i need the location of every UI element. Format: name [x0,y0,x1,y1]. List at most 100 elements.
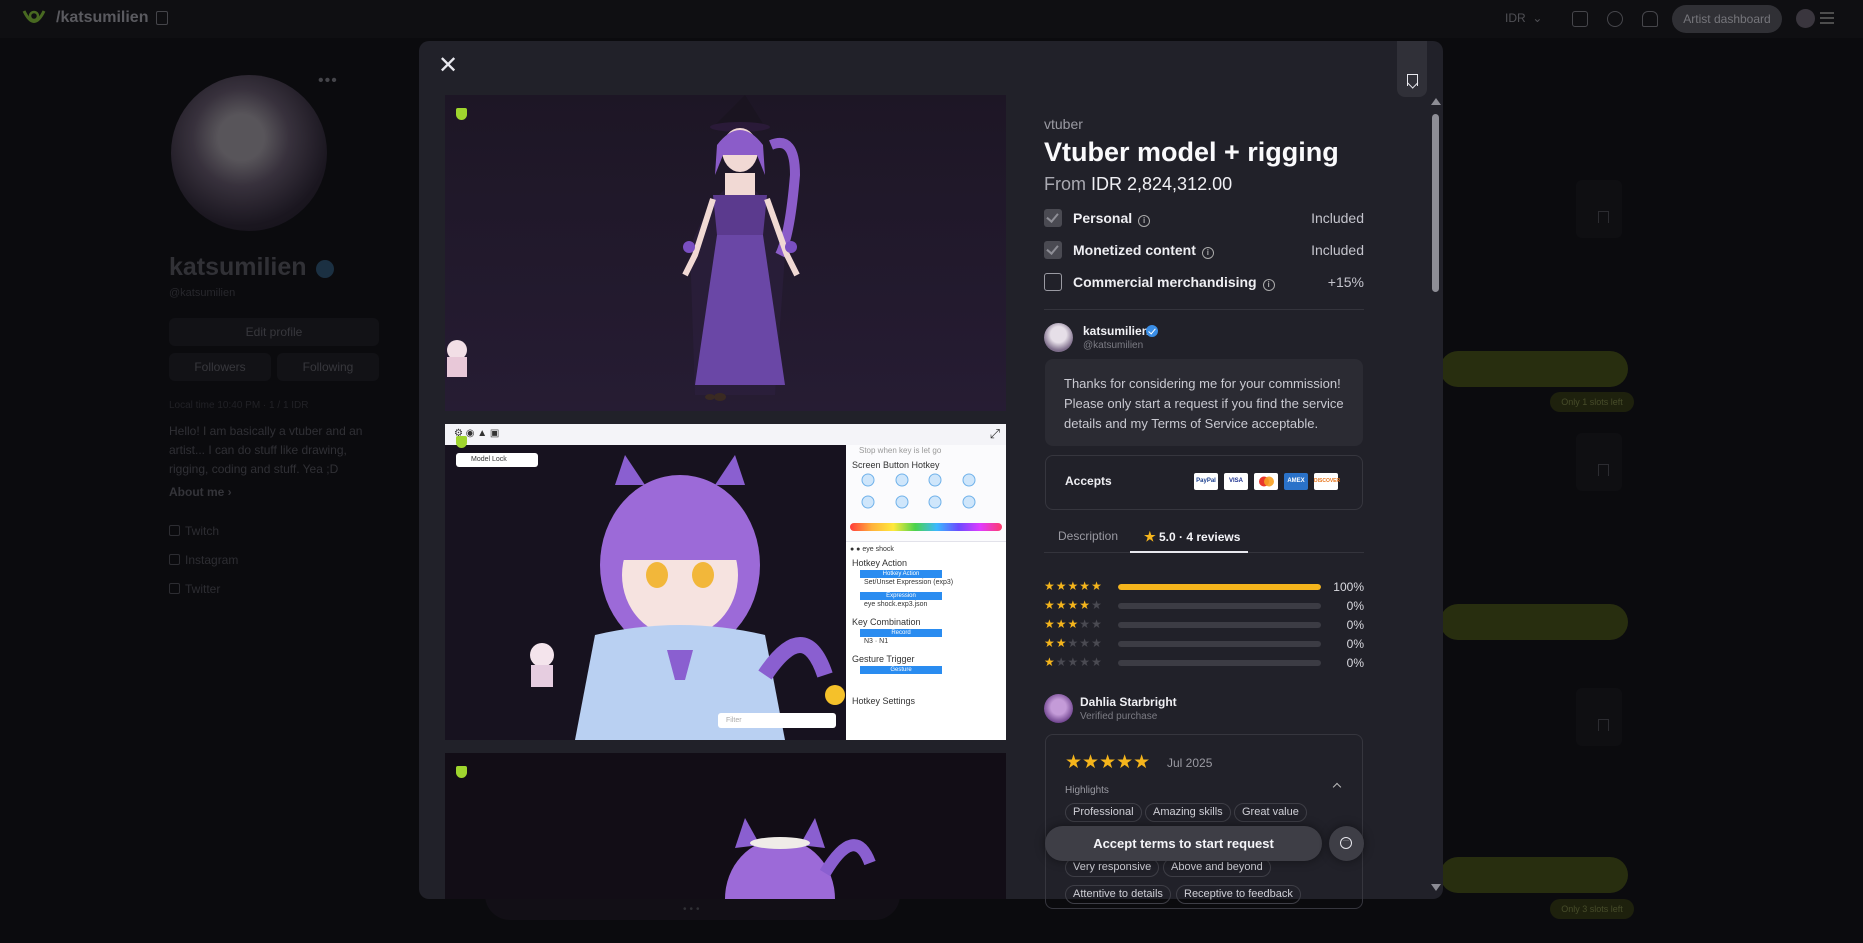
key-combination-label: Key Combination [852,617,921,627]
gesture-button[interactable]: Gesture [860,666,942,674]
hotkey-settings-label: Hotkey Settings [852,696,916,706]
license-monetized[interactable]: Monetized content i Included [1044,240,1364,262]
seller-username: @katsumilien [1083,340,1144,351]
rating-stars: ★★★★★ [1044,617,1103,631]
visa-icon: VISA [1224,473,1248,490]
stop-key-toggle[interactable]: Stop when key is let go [859,446,941,455]
checkbox[interactable] [1044,273,1062,291]
service-title: Vtuber model + rigging [1044,137,1339,167]
reviewer-name[interactable]: Dahlia Starbright [1080,695,1177,709]
character-illustration [725,818,876,899]
rating-stars: ★★★★★ [1044,579,1103,593]
rating-bar [1118,641,1321,647]
scroll-up-arrow[interactable] [1431,98,1441,105]
license-value: Included [1311,242,1364,258]
info-icon[interactable]: i [1201,247,1214,259]
seller-name[interactable]: katsumilien [1083,324,1149,338]
rating-stars: ★★★★★ [1044,598,1103,612]
chat-button[interactable]: ··· [1329,826,1364,861]
highlight-chip: Receptive to feedback [1176,885,1301,904]
expression-button[interactable]: Expression [860,592,942,600]
eye-shock-panel: ● ● eye shock Hotkey Action Hotkey Actio… [846,541,1006,740]
info-icon[interactable]: i [1262,279,1275,291]
verified-shield-icon [456,108,467,120]
character-illustration [447,95,801,401]
hotkey-action-button[interactable]: Hotkey Action [860,570,942,578]
accepts-label: Accepts [1065,474,1112,488]
close-icon[interactable]: ✕ [436,54,460,78]
bookmark-icon [1407,74,1418,86]
gesture-trigger-label: Gesture Trigger [852,654,915,664]
keys-label: N3 · N1 [864,638,889,645]
expression-file-label: eye shock.exp3.json [864,601,928,608]
gallery-image-2[interactable]: ⚙ ◉ ▲ ▣ ⤢ Model Lock Filter Stop when ke… [445,424,1006,740]
service-price: From IDR 2,824,312.00 [1044,174,1233,194]
bookmark-button[interactable] [1397,41,1427,97]
rating-bar [1118,603,1321,609]
eye-shock-label: ● ● eye shock [850,546,894,553]
gallery-image-3[interactable] [445,753,1006,899]
character-illustration [530,455,845,740]
divider [1044,309,1364,310]
hotkey-action-label: Hotkey Action [852,558,908,568]
rating-percent: 0% [1346,599,1364,613]
star-icon: ★ [1144,529,1156,544]
seller-avatar[interactable] [1044,323,1073,352]
rating-percent: 0% [1346,637,1364,651]
reviewer-avatar[interactable] [1044,694,1073,723]
license-label: Personal [1073,210,1133,226]
review-stars: ★★★★★ [1065,752,1151,773]
verified-icon [1146,325,1158,337]
verified-purchase-label: Verified purchase [1080,711,1158,722]
preview-canvas: Model Lock Filter [445,436,846,740]
model-lock-toggle[interactable]: Model Lock [456,453,538,467]
highlights-label: Highlights [1065,785,1109,796]
scroll-down-arrow[interactable] [1431,884,1441,891]
record-button[interactable]: Record [860,629,942,637]
license-personal[interactable]: Personal i Included [1044,208,1364,230]
rating-percent: 100% [1333,580,1364,594]
fullscreen-icon[interactable]: ⤢ [990,426,1000,442]
amex-icon: AMEX [1284,473,1308,490]
toolbar-strip: ⚙ ◉ ▲ ▣ ⤢ [445,424,1006,445]
highlight-chip: Great value [1234,803,1307,822]
checkbox[interactable] [1044,209,1062,227]
verified-shield-icon [456,436,467,448]
hotkey-panel: Stop when key is let go Screen Button Ho… [846,445,1006,740]
scroll-thumb[interactable] [1432,114,1439,292]
highlight-chip: Professional [1065,803,1142,822]
hotkey-buttons[interactable] [858,473,998,509]
rating-percent: 0% [1346,656,1364,670]
rating-bar [1118,584,1321,590]
color-slider[interactable] [850,523,1002,531]
license-label: Monetized content [1073,242,1196,258]
rating-row-2: ★★★★★ 0% [1044,636,1364,651]
rating-bar [1118,622,1321,628]
highlight-chip: Attentive to details [1065,885,1171,904]
tab-reviews[interactable]: ★ 5.0 · 4 reviews [1144,529,1240,545]
tab-description[interactable]: Description [1058,529,1118,543]
verified-shield-icon [456,766,467,778]
paypal-icon: PayPal [1194,473,1218,490]
rating-row-5: ★★★★★ 100% [1044,579,1364,594]
screen-hotkey-label: Screen Button Hotkey [852,460,940,470]
rating-stars: ★★★★★ [1044,655,1103,669]
accept-terms-button[interactable]: Accept terms to start request [1045,826,1322,861]
service-category: vtuber [1044,116,1083,132]
license-label: Commercial merchandising [1073,274,1257,290]
mastercard-icon [1254,473,1278,490]
rating-row-4: ★★★★★ 0% [1044,598,1364,613]
chat-icon: ··· [1340,837,1352,849]
license-value: +15% [1327,274,1364,290]
rating-bar [1118,660,1321,666]
rating-bar-fill [1118,584,1321,590]
gallery-image-1[interactable] [445,95,1006,411]
review-date: Jul 2025 [1167,756,1213,770]
checkbox[interactable] [1044,241,1062,259]
rating-row-1: ★★★★★ 0% [1044,655,1364,670]
filter-input[interactable]: Filter [718,713,836,728]
set-expression-label: Set/Unset Expression (exp3) [864,579,954,586]
discover-icon: DISCOVER [1314,473,1340,490]
license-commercial[interactable]: Commercial merchandising i +15% [1044,272,1364,294]
info-icon[interactable]: i [1138,215,1151,227]
